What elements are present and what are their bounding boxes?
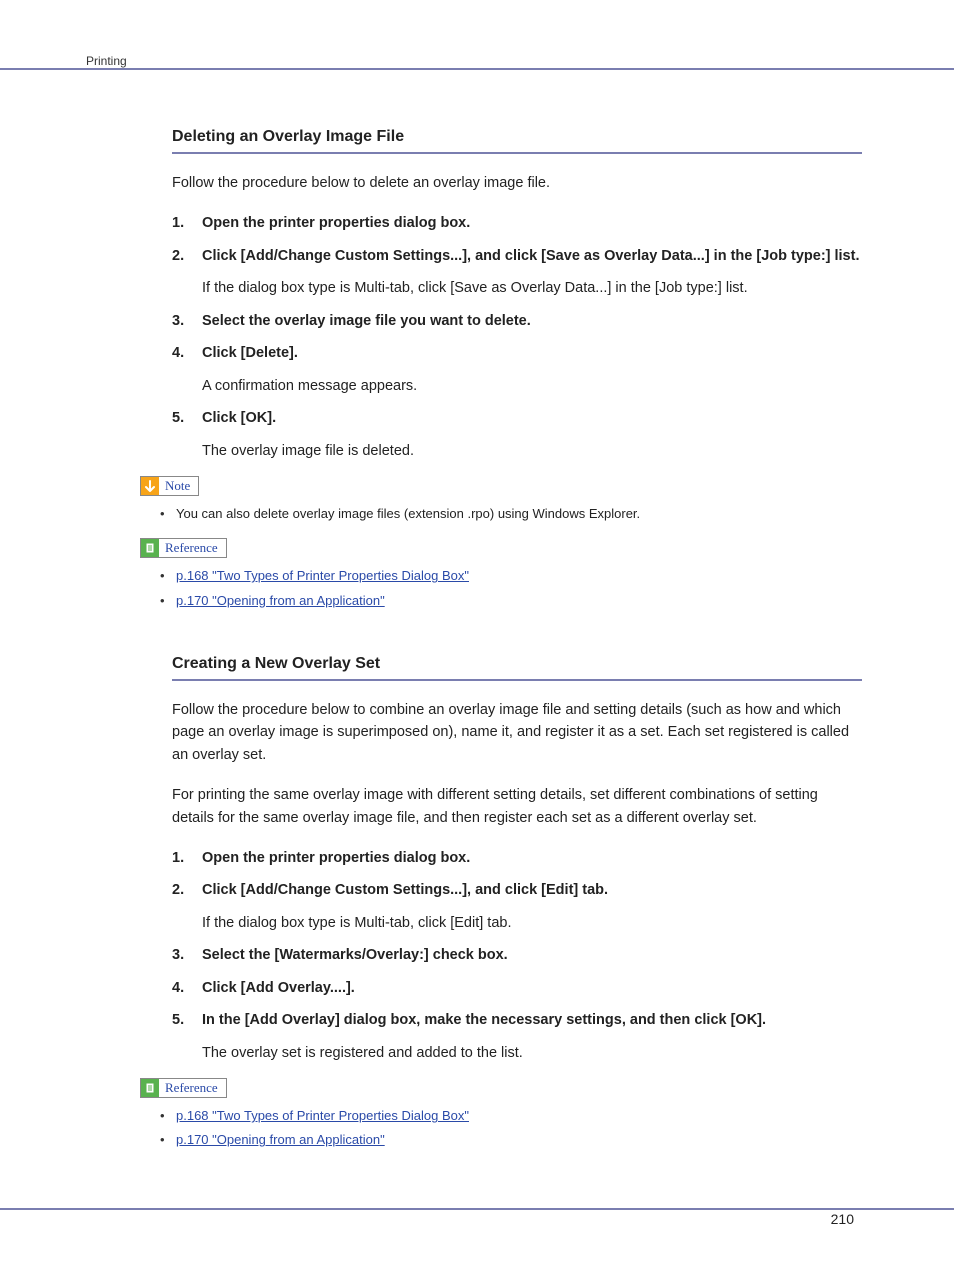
- step-number: 3.: [172, 944, 184, 966]
- step-title: Click [Add/Change Custom Settings...], a…: [202, 879, 862, 901]
- step-number: 2.: [172, 879, 184, 901]
- step-body: If the dialog box type is Multi-tab, cli…: [202, 277, 862, 299]
- step-body: If the dialog box type is Multi-tab, cli…: [202, 912, 862, 934]
- step-item: 5. In the [Add Overlay] dialog box, make…: [172, 1009, 862, 1064]
- intro-text: Follow the procedure below to combine an…: [172, 699, 862, 766]
- step-number: 5.: [172, 1009, 184, 1031]
- step-title: Select the [Watermarks/Overlay:] check b…: [202, 944, 862, 966]
- document-icon: [141, 539, 159, 557]
- intro-text-2: For printing the same overlay image with…: [172, 784, 862, 829]
- step-item: 2. Click [Add/Change Custom Settings...]…: [172, 245, 862, 300]
- header-rule: [0, 68, 954, 70]
- step-body: The overlay set is registered and added …: [202, 1042, 862, 1064]
- step-title: Click [Delete].: [202, 342, 862, 364]
- step-title: In the [Add Overlay] dialog box, make th…: [202, 1009, 862, 1031]
- section-heading-create-overlay-set: Creating a New Overlay Set: [172, 655, 862, 681]
- reference-item: p.168 "Two Types of Printer Properties D…: [160, 1106, 860, 1126]
- step-item: 2. Click [Add/Change Custom Settings...]…: [172, 879, 862, 934]
- step-title: Open the printer properties dialog box.: [202, 847, 862, 869]
- step-title: Select the overlay image file you want t…: [202, 310, 862, 332]
- reference-link[interactable]: p.170 "Opening from an Application": [176, 593, 385, 608]
- reference-label-text: Reference: [165, 1080, 218, 1096]
- step-body: A confirmation message appears.: [202, 375, 862, 397]
- header-section-label: Printing: [86, 54, 127, 68]
- step-title: Open the printer properties dialog box.: [202, 212, 862, 234]
- steps-list-1: 1. Open the printer properties dialog bo…: [172, 212, 862, 462]
- reference-item: p.168 "Two Types of Printer Properties D…: [160, 566, 860, 586]
- step-item: 1. Open the printer properties dialog bo…: [172, 847, 862, 869]
- step-number: 4.: [172, 342, 184, 364]
- note-bullet-list: You can also delete overlay image files …: [160, 504, 860, 524]
- document-icon: [141, 1079, 159, 1097]
- step-title: Click [Add Overlay....].: [202, 977, 862, 999]
- note-label: Note: [140, 476, 199, 496]
- note-label-text: Note: [165, 478, 190, 494]
- step-number: 1.: [172, 847, 184, 869]
- reference-link[interactable]: p.168 "Two Types of Printer Properties D…: [176, 1108, 469, 1123]
- step-title: Click [Add/Change Custom Settings...], a…: [202, 245, 862, 267]
- reference-link-list: p.168 "Two Types of Printer Properties D…: [160, 566, 860, 610]
- step-body: The overlay image file is deleted.: [202, 440, 862, 462]
- down-arrow-icon: [141, 477, 159, 495]
- section-heading-delete-overlay: Deleting an Overlay Image File: [172, 128, 862, 154]
- step-number: 5.: [172, 407, 184, 429]
- step-item: 3. Select the overlay image file you wan…: [172, 310, 862, 332]
- step-number: 3.: [172, 310, 184, 332]
- intro-text: Follow the procedure below to delete an …: [172, 172, 862, 194]
- reference-callout: Reference: [140, 1078, 860, 1098]
- reference-link-list: p.168 "Two Types of Printer Properties D…: [160, 1106, 860, 1150]
- reference-item: p.170 "Opening from an Application": [160, 1130, 860, 1150]
- reference-label: Reference: [140, 538, 227, 558]
- footer-rule: [0, 1208, 954, 1210]
- step-number: 1.: [172, 212, 184, 234]
- reference-label: Reference: [140, 1078, 227, 1098]
- page-number: 210: [831, 1211, 854, 1227]
- step-item: 3. Select the [Watermarks/Overlay:] chec…: [172, 944, 862, 966]
- note-callout: Note: [140, 476, 860, 496]
- reference-link[interactable]: p.168 "Two Types of Printer Properties D…: [176, 568, 469, 583]
- step-item: 1. Open the printer properties dialog bo…: [172, 212, 862, 234]
- steps-list-2: 1. Open the printer properties dialog bo…: [172, 847, 862, 1064]
- step-item: 5. Click [OK]. The overlay image file is…: [172, 407, 862, 462]
- page: Printing Deleting an Overlay Image File …: [0, 0, 954, 1270]
- step-number: 2.: [172, 245, 184, 267]
- section-gap: [140, 625, 860, 655]
- reference-label-text: Reference: [165, 540, 218, 556]
- step-number: 4.: [172, 977, 184, 999]
- content-area: Deleting an Overlay Image File Follow th…: [140, 128, 860, 1165]
- reference-link[interactable]: p.170 "Opening from an Application": [176, 1132, 385, 1147]
- step-title: Click [OK].: [202, 407, 862, 429]
- reference-callout: Reference: [140, 538, 860, 558]
- note-bullet: You can also delete overlay image files …: [160, 504, 860, 524]
- reference-item: p.170 "Opening from an Application": [160, 591, 860, 611]
- step-item: 4. Click [Delete]. A confirmation messag…: [172, 342, 862, 397]
- step-item: 4. Click [Add Overlay....].: [172, 977, 862, 999]
